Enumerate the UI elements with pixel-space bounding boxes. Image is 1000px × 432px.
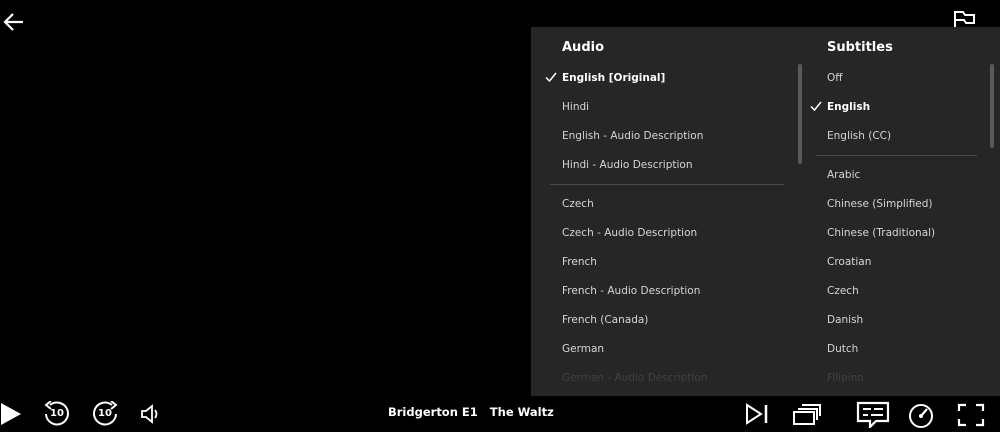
audio-option-english-ad[interactable]: English - Audio Description (562, 130, 703, 142)
audio-option-czech-ad[interactable]: Czech - Audio Description (562, 227, 697, 239)
audio-option-hindi[interactable]: Hindi (562, 101, 589, 113)
audio-option-label: Czech (562, 198, 594, 210)
subtitles-title: Subtitles (827, 40, 893, 55)
subtitle-option-danish[interactable]: Danish (827, 314, 863, 326)
subtitle-option-chinese-traditional[interactable]: Chinese (Traditional) (827, 227, 935, 239)
audio-option-label: French - Audio Description (562, 285, 701, 297)
subtitles-divider (816, 155, 977, 156)
audio-option-label: German (562, 343, 605, 355)
audio-option-label: Hindi - Audio Description (562, 159, 693, 171)
episode-name: The Waltz (489, 405, 554, 419)
subtitle-option-label: English (827, 101, 871, 113)
audio-option-german[interactable]: German (562, 343, 604, 355)
audio-option-label: French (Canada) (562, 314, 649, 326)
fullscreen-icon[interactable] (957, 403, 985, 431)
audio-option-german-ad[interactable]: German - Audio Description (562, 372, 708, 384)
forward-10-icon[interactable]: 10 (92, 401, 120, 427)
back-arrow-icon[interactable] (2, 10, 26, 34)
audio-option-label: German - Audio Description (562, 372, 708, 384)
play-icon[interactable] (0, 402, 22, 430)
episodes-list-icon[interactable] (792, 403, 822, 429)
subtitle-option-label: Chinese (Traditional) (827, 227, 936, 239)
subtitle-option-label: Croatian (827, 256, 872, 268)
audio-option-label: English - Audio Description (562, 130, 704, 142)
audio-subtitles-panel: Audio Subtitles English [Original] Hindi… (531, 27, 1000, 396)
subtitle-option-label: English (CC) (827, 130, 892, 142)
audio-subtitles-icon[interactable] (856, 401, 890, 432)
subtitle-option-label: Filipino (827, 372, 864, 384)
subtitle-option-label: Dutch (827, 343, 859, 355)
rewind-10-icon[interactable]: 10 (42, 401, 70, 427)
subtitle-option-croatian[interactable]: Croatian (827, 256, 871, 268)
subtitle-option-chinese-simplified[interactable]: Chinese (Simplified) (827, 198, 933, 210)
subtitle-option-czech[interactable]: Czech (827, 285, 859, 297)
subtitle-option-english[interactable]: English (810, 101, 871, 113)
rewind-seconds: 10 (50, 408, 64, 419)
checkmark-icon (810, 100, 822, 112)
next-episode-icon[interactable] (744, 403, 770, 429)
audio-title: Audio (562, 40, 605, 55)
volume-icon[interactable] (140, 404, 162, 428)
audio-option-label: French (562, 256, 597, 268)
audio-option-label: Hindi (562, 101, 590, 113)
audio-option-french-ad[interactable]: French - Audio Description (562, 285, 700, 297)
audio-option-label: Czech - Audio Description (562, 227, 698, 239)
subtitle-option-off[interactable]: Off (827, 72, 843, 84)
audio-option-hindi-ad[interactable]: Hindi - Audio Description (562, 159, 693, 171)
subtitle-option-label: Off (827, 72, 843, 84)
episode-title: Bridgerton E1 The Waltz (388, 405, 554, 419)
player-controls-bar: 10 10 Bridgerton E1 The Waltz (0, 396, 1000, 431)
subtitle-option-english-cc[interactable]: English (CC) (827, 130, 891, 142)
audio-option-french[interactable]: French (562, 256, 597, 268)
subtitle-option-filipino[interactable]: Filipino (827, 372, 864, 384)
subtitle-option-arabic[interactable]: Arabic (827, 169, 860, 181)
subtitle-option-label: Czech (827, 285, 859, 297)
checkmark-icon (545, 71, 557, 83)
episode-number: E1 (461, 405, 478, 419)
forward-seconds: 10 (98, 408, 112, 419)
audio-option-czech[interactable]: Czech (562, 198, 594, 210)
audio-scrollbar[interactable] (798, 64, 802, 164)
subtitle-option-label: Arabic (827, 169, 861, 181)
audio-option-english-original[interactable]: English [Original] (545, 72, 666, 84)
show-title: Bridgerton (388, 405, 458, 419)
audio-divider (550, 184, 784, 185)
subtitle-option-label: Danish (827, 314, 864, 326)
subtitle-option-label: Chinese (Simplified) (827, 198, 933, 210)
subtitle-option-dutch[interactable]: Dutch (827, 343, 858, 355)
audio-option-french-canada[interactable]: French (Canada) (562, 314, 648, 326)
audio-option-label: English [Original] (562, 72, 666, 84)
subtitles-scrollbar[interactable] (990, 64, 994, 148)
